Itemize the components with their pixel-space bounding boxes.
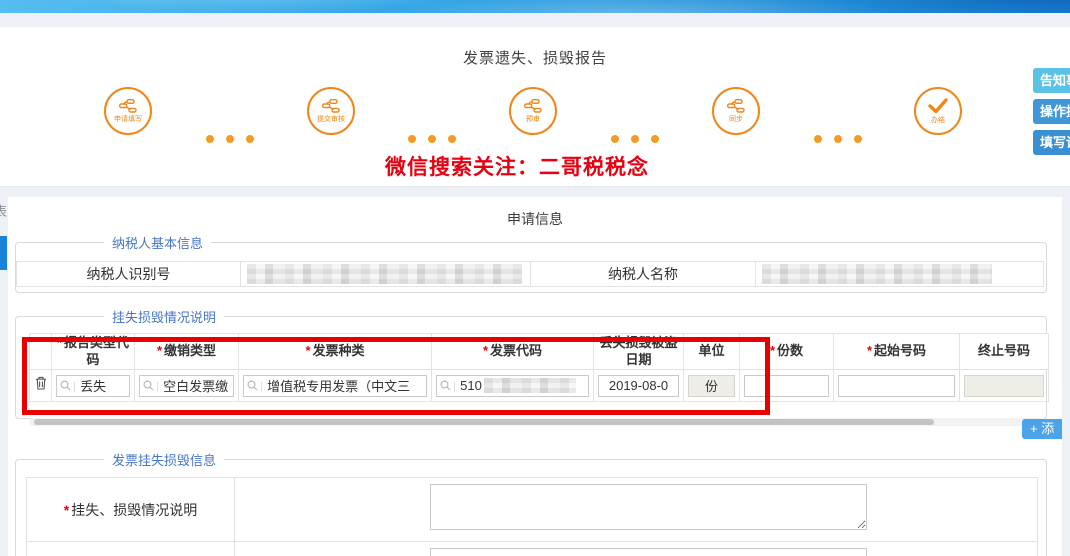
loss-detail-legend: 挂失损毁情况说明 [112,310,217,325]
report-header: 发票遗失、损毁报告 申请填写 提交审核 预审 同步 办结 微信搜索关注：二哥税税… [0,27,1070,187]
search-icon [143,380,154,391]
notice-items-button[interactable]: 告知事 [1033,68,1070,93]
invoice-kind-input[interactable]: | 增值税专用发票（中文三 [243,374,427,397]
step-dots [408,135,456,143]
col-start-number: * 起始号码 [833,333,960,370]
col-invoice-code: * 发票代码 [431,333,594,370]
col-invoice-kind: * 发票种类 [238,333,432,370]
taxpayer-info-legend: 纳税人基本信息 [112,236,204,251]
step-complete[interactable]: 办结 [914,87,962,135]
start-number-input[interactable] [838,374,955,397]
col-report-type: * 报告类型代码 [51,333,135,370]
loss-detail-row: | 丢失 | 空白发票缴 | 增值税专用发票（中文三 | 510 2019-08… [29,369,1049,402]
copies-cell [739,369,834,402]
trash-icon[interactable] [35,376,47,394]
loss-date-input[interactable] [598,374,679,397]
taxpayer-name-value [756,261,1044,287]
step-pre-review[interactable]: 预审 [509,87,557,135]
col-copies: * 份数 [739,333,834,370]
sitemap-icon [321,98,341,113]
start-number-cell [833,369,960,402]
page-title: 发票遗失、损毁报告 [462,50,607,67]
col-loss-date: 丢失损毁被盗 日期 [593,333,684,370]
taxpayer-row: 纳税人识别号 纳税人名称 [16,261,1046,287]
invoice-code-input[interactable]: | 510 [436,374,589,397]
step-sync[interactable]: 同步 [712,87,760,135]
step-label: 预审 [526,115,540,123]
loss-date-cell [593,369,684,402]
step-label: 办结 [931,116,945,124]
end-number-input [964,374,1044,397]
delete-column-header [29,333,52,370]
sitemap-icon [118,98,138,113]
sitemap-icon [726,98,746,113]
col-unit: 单位 [683,333,740,370]
invoice-loss-info-legend: 发票挂失损毁信息 [112,453,217,468]
step-dots [814,135,862,143]
loss-declaration-row: *挂失声明 [26,541,1038,556]
fill-instructions-button[interactable]: 填写说 [1033,130,1070,155]
taxpayer-id-value [241,261,531,287]
step-submit-review[interactable]: 提交审核 [307,87,355,135]
search-icon [247,380,258,391]
add-row-button[interactable]: + 添 [1022,419,1062,439]
censored-value [762,264,992,284]
application-panel: 申请信息 纳税人基本信息 纳税人识别号 纳税人名称 挂失损毁情况说明 * 报告类型… [8,197,1062,556]
report-type-cell: | 丢失 [51,369,135,402]
loss-detail-section: 挂失损毁情况说明 * 报告类型代码 * 缴销类型 * 发票种类 * 发票代码 丢失损毁被… [15,307,1049,426]
copies-input[interactable] [744,374,829,397]
search-icon [60,380,71,391]
taxpayer-id-label: 纳税人识别号 [16,261,241,287]
loss-declaration-cell [234,541,1038,556]
loss-description-cell [234,477,1038,542]
censored-value [247,264,522,284]
operation-tips-button[interactable]: 操作提 [1033,99,1070,124]
unit-cell [683,369,740,402]
loss-description-label: * 挂失、损毁情况说明 [26,477,235,542]
taxpayer-info-section: 纳税人基本信息 纳税人识别号 纳税人名称 [15,233,1047,293]
check-icon [927,97,949,114]
step-label: 提交审核 [317,115,345,123]
horizontal-scrollbar[interactable] [29,418,1048,426]
step-dots [611,135,659,143]
step-label: 同步 [729,115,743,123]
col-end-number: 终止号码 [959,333,1049,370]
loss-declaration-label: *挂失声明 [26,541,235,556]
sitemap-icon [523,98,543,113]
step-apply[interactable]: 申请填写 [104,87,152,135]
cancel-type-input[interactable]: | 空白发票缴 [139,374,234,397]
invoice-code-cell: | 510 [431,369,594,402]
loss-description-row: * 挂失、损毁情况说明 [26,477,1038,542]
step-label: 申请填写 [114,115,142,123]
loss-detail-table: * 报告类型代码 * 缴销类型 * 发票种类 * 发票代码 丢失损毁被盗 日期 单位 * 份… [29,333,1049,402]
loss-declaration-textarea[interactable] [430,548,867,556]
taxpayer-name-label: 纳税人名称 [531,261,756,287]
step-dots [206,135,254,143]
invoice-loss-info-table: *挂失、损毁情况说明 *挂失声明 [26,477,1038,556]
delete-row-cell [29,369,52,402]
col-cancel-type: * 缴销类型 [134,333,239,370]
scrollbar-thumb[interactable] [34,419,934,425]
top-wave-banner [0,0,1070,13]
invoice-loss-info-section: 发票挂失损毁信息 *挂失、损毁情况说明 *挂失声明 [15,450,1047,556]
invoice-kind-cell: | 增值税专用发票（中文三 [238,369,432,402]
search-icon [440,380,451,391]
top-strip [0,13,1070,27]
end-number-cell [959,369,1049,402]
censored-value [483,378,576,393]
application-info-title: 申请信息 [507,211,563,227]
report-type-input[interactable]: | 丢失 [56,374,130,397]
loss-description-textarea[interactable] [430,484,867,530]
side-partial-text: 表 [0,204,8,219]
watermark-slogan: 微信搜索关注：二哥税税念 [385,156,649,179]
cancel-type-cell: | 空白发票缴 [134,369,239,402]
side-tab[interactable] [0,236,7,270]
unit-input [688,374,735,397]
